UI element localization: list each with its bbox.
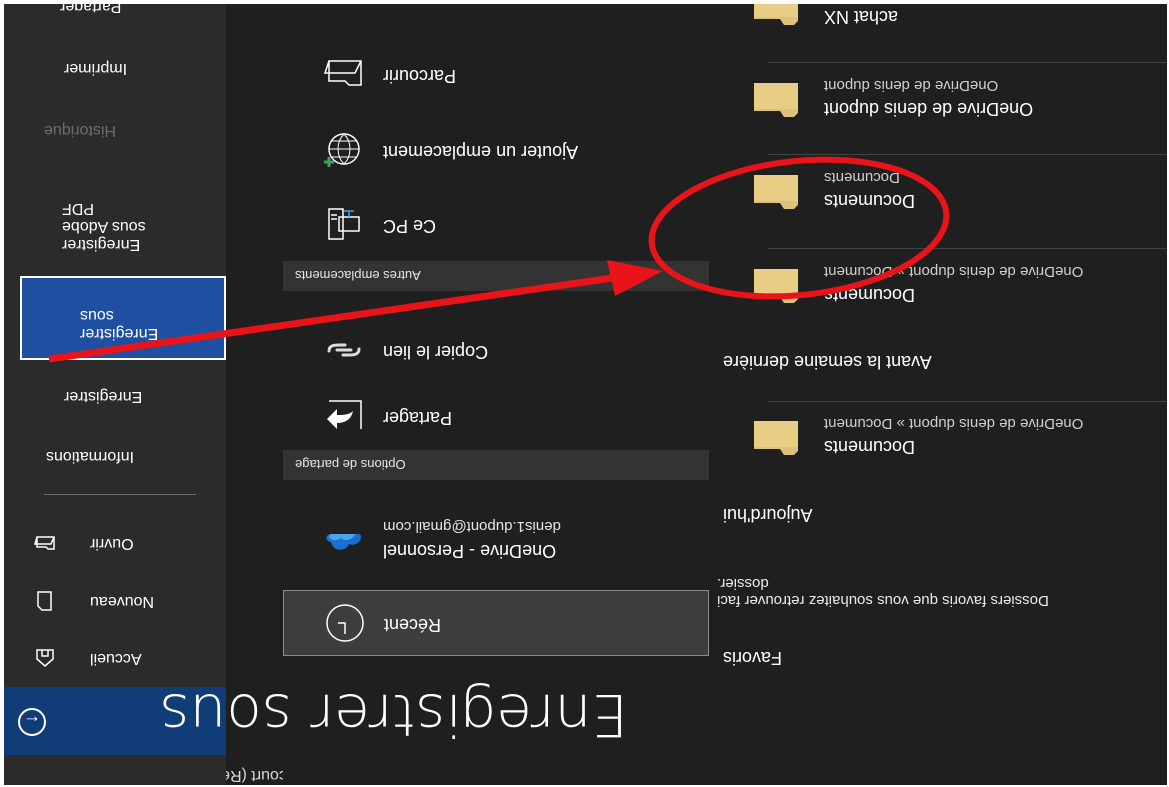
nav-item-label: sous — [80, 307, 114, 324]
nav-item-enregistrer[interactable]: Enregistrer — [4, 387, 226, 405]
nav-item-informations[interactable]: Informations — [4, 447, 226, 465]
nav-item-label: Ouvrir — [90, 535, 134, 552]
folder-icon — [754, 175, 798, 209]
browse-folder-icon — [323, 60, 362, 86]
location-label: OneDrive - Personnel — [383, 541, 557, 561]
nav-item-accueil[interactable]: Accueil — [4, 638, 226, 678]
open-folder-icon — [34, 536, 55, 550]
back-arrow-icon: ← — [18, 708, 46, 736]
folder-path: Documents — [824, 169, 900, 186]
nav-item-label: Enregistrer — [80, 325, 159, 342]
today-header: Aujourd'hui — [723, 505, 813, 525]
nav-item-label: sous Adobe — [62, 218, 146, 235]
location-ce-pc[interactable]: Ce PC — [283, 190, 709, 256]
location-partager[interactable]: Partager — [283, 382, 709, 448]
nav-item-label: Historique — [44, 122, 117, 139]
section-label: Options de partage — [295, 457, 406, 472]
nav-item-label: Partager — [60, 4, 122, 15]
onedrive-cloud-icon — [326, 534, 361, 550]
folder-name: Documents — [824, 285, 916, 305]
location-onedrive[interactable]: OneDrive - Personnel denis1.dupont@gmail… — [283, 509, 709, 575]
nav-item-enregistrer-sous[interactable]: Enregistrer sous — [20, 276, 226, 360]
folder-icon — [754, 83, 798, 117]
nav-item-ouvrir[interactable]: Ouvrir — [4, 523, 226, 563]
list-divider — [768, 248, 1167, 249]
folder-name: Documents — [824, 437, 916, 457]
nav-item-label: Accueil — [90, 650, 142, 667]
list-divider — [768, 62, 1167, 63]
folder-name: OneDrive de denis dupont — [824, 99, 1034, 119]
nav-item-imprimer[interactable]: Imprimer — [4, 59, 226, 77]
location-copier-lien[interactable]: Copier le lien — [283, 316, 709, 382]
folder-item[interactable]: Documents Documents — [711, 157, 1167, 229]
location-parcourir[interactable]: Parcourir — [283, 40, 709, 106]
link-icon — [327, 343, 361, 357]
folder-item[interactable]: Documents OneDrive de denis dupont » Doc… — [711, 403, 1167, 475]
location-label: Ajouter un emplacement — [383, 142, 579, 162]
section-label: Autres emplacements — [295, 268, 421, 283]
new-document-icon — [37, 591, 52, 611]
nav-divider — [44, 494, 196, 495]
favorites-header: Favoris — [723, 648, 783, 668]
globe-add-icon — [324, 133, 360, 167]
favorites-description-line: dossier. — [717, 575, 769, 592]
folder-path: OneDrive de denis dupont — [824, 77, 999, 94]
home-icon — [36, 649, 54, 667]
section-header-other-locations: Autres emplacements — [283, 261, 709, 291]
location-recent[interactable]: Récent — [283, 590, 709, 656]
nav-item-label: Enregistrer — [62, 236, 141, 253]
nav-item-label: Informations — [46, 448, 135, 465]
pc-icon — [328, 208, 360, 240]
location-label: Partager — [383, 408, 453, 428]
location-label: Parcourir — [383, 66, 457, 86]
location-label: Ce PC — [383, 216, 437, 236]
folder-item[interactable]: achat NX — [711, 4, 1167, 45]
location-label: Copier le lien — [383, 342, 489, 362]
section-header-sharing: Options de partage — [283, 450, 709, 480]
nav-item-nouveau[interactable]: Nouveau — [4, 581, 226, 621]
nav-item-label: Nouveau — [90, 593, 155, 610]
nav-item-enregistrer-adobe-pdf[interactable]: Enregistrer sous Adobe PDF — [4, 199, 226, 253]
list-divider — [768, 401, 1167, 402]
folder-path: OneDrive de denis dupont » Document — [824, 263, 1084, 280]
nav-item-partager[interactable]: Partager — [4, 4, 226, 15]
clock-icon — [326, 604, 364, 642]
folder-item[interactable]: Documents OneDrive de denis dupont » Doc… — [711, 251, 1167, 323]
location-ajouter-emplacement[interactable]: Ajouter un emplacement — [283, 116, 709, 182]
folder-icon — [754, 421, 798, 455]
list-divider — [768, 154, 1167, 155]
folder-icon — [754, 4, 798, 25]
nav-item-label: Imprimer — [64, 60, 128, 77]
nav-item-label: PDF — [62, 200, 94, 217]
folder-item[interactable]: OneDrive de denis dupont OneDrive de den… — [711, 65, 1167, 137]
nav-item-historique: Historique — [4, 121, 226, 139]
page-title: Enregistrer sous — [159, 681, 628, 749]
folder-icon — [754, 269, 798, 303]
favorites-description: Dossiers favoris que vous souhaitez retr… — [717, 575, 1049, 609]
location-label: Récent — [384, 615, 442, 635]
app-window: question 2 - Certification SEO - Rédiger… — [4, 4, 1167, 785]
location-email: denis1.dupont@gmail.com — [383, 518, 561, 535]
backstage-nav: ← Accueil Nouveau Ouvrir Informations En… — [4, 4, 226, 785]
last-week-header: Avant la semaine dernière — [723, 352, 932, 372]
folder-name: Documents — [824, 191, 916, 211]
folders-panel: Favoris Dossiers favoris que vous souhai… — [711, 4, 1167, 785]
favorites-description-line: Dossiers favoris que vous souhaitez retr… — [717, 592, 1049, 609]
locations-panel: Enregistrer sous Récent OneDrive - Perso… — [159, 4, 709, 785]
folder-name: achat NX — [824, 7, 899, 27]
folder-path: OneDrive de denis dupont » Document — [824, 415, 1084, 432]
share-icon — [327, 400, 362, 429]
nav-item-label: Enregistrer — [64, 388, 143, 405]
